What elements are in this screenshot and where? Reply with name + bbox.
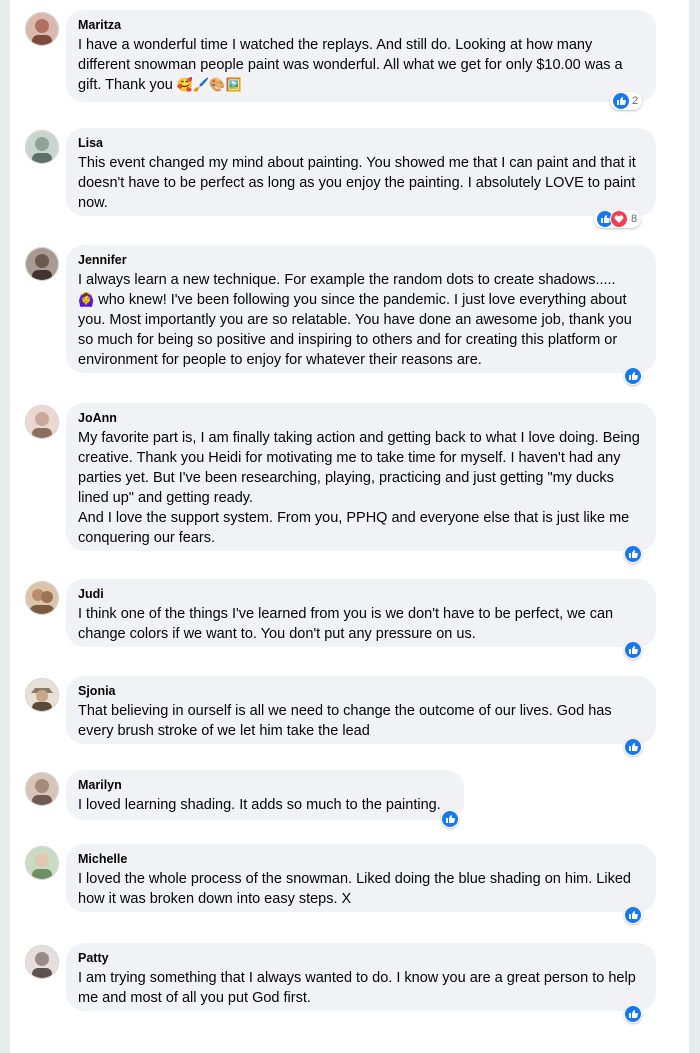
avatar[interactable] <box>25 772 59 806</box>
like-reaction-icon <box>625 546 641 562</box>
avatar[interactable] <box>25 945 59 979</box>
comment-bubble: Patty I am trying something that I alway… <box>66 943 656 1011</box>
emoji-text: 🙆‍♀️ <box>78 292 95 307</box>
comment-bubble: Judi I think one of the things I've lear… <box>66 579 656 647</box>
commenter-name[interactable]: Marilyn <box>78 777 452 793</box>
commenter-name[interactable]: JoAnn <box>78 410 644 426</box>
reaction-summary[interactable] <box>441 810 459 828</box>
comment-text: My favorite part is, I am finally taking… <box>78 430 640 546</box>
like-reaction-icon <box>625 642 641 658</box>
emoji-text: 🥰🖌️🎨🖼️ <box>176 77 242 92</box>
like-reaction-icon <box>613 93 629 109</box>
reaction-summary[interactable]: 8 <box>594 210 642 228</box>
comment-text: I always learn a new technique. For exam… <box>78 272 632 368</box>
avatar[interactable] <box>25 581 59 615</box>
reaction-summary[interactable] <box>624 906 642 924</box>
avatar[interactable] <box>25 12 59 46</box>
reaction-count: 2 <box>632 95 639 107</box>
comment-bubble: Marilyn I loved learning shading. It add… <box>66 770 464 820</box>
like-reaction-icon <box>625 368 641 384</box>
comment-bubble: Lisa This event changed my mind about pa… <box>66 128 656 216</box>
reaction-summary[interactable] <box>624 738 642 756</box>
commenter-name[interactable]: Judi <box>78 586 644 602</box>
comment-bubble: JoAnn My favorite part is, I am finally … <box>66 403 656 551</box>
commenter-name[interactable]: Maritza <box>78 17 644 33</box>
comment-bubble: Jennifer I always learn a new technique.… <box>66 245 656 373</box>
comment-bubble: Maritza I have a wonderful time I watche… <box>66 10 656 102</box>
avatar[interactable] <box>25 405 59 439</box>
comment-text: That believing in ourself is all we need… <box>78 703 612 739</box>
reaction-count: 8 <box>631 213 638 225</box>
avatar[interactable] <box>25 247 59 281</box>
avatar[interactable] <box>25 130 59 164</box>
avatar[interactable] <box>25 846 59 880</box>
comment-text: I have a wonderful time I watched the re… <box>78 37 623 93</box>
like-reaction-icon <box>625 907 641 923</box>
comment-text: This event changed my mind about paintin… <box>78 155 636 211</box>
reaction-summary[interactable] <box>624 367 642 385</box>
comment-text: I am trying something that I always want… <box>78 970 636 1006</box>
like-reaction-icon <box>625 1006 641 1022</box>
like-reaction-icon <box>625 739 641 755</box>
reaction-summary[interactable] <box>624 545 642 563</box>
commenter-name[interactable]: Sjonia <box>78 683 644 699</box>
commenter-name[interactable]: Michelle <box>78 851 644 867</box>
avatar[interactable] <box>25 678 59 712</box>
reaction-summary[interactable]: 2 <box>610 92 643 110</box>
commenter-name[interactable]: Jennifer <box>78 252 644 268</box>
comment-text: I loved learning shading. It adds so muc… <box>78 797 441 813</box>
commenter-name[interactable]: Lisa <box>78 135 644 151</box>
comment-text: I loved the whole process of the snowman… <box>78 871 631 907</box>
comment-text: I think one of the things I've learned f… <box>78 606 614 642</box>
reaction-summary[interactable] <box>624 641 642 659</box>
comment-bubble: Michelle I loved the whole process of th… <box>66 844 656 912</box>
reaction-summary[interactable] <box>624 1005 642 1023</box>
commenter-name[interactable]: Patty <box>78 950 644 966</box>
comments-panel: Maritza I have a wonderful time I watche… <box>10 0 689 1053</box>
comment-bubble: Sjonia That believing in ourself is all … <box>66 676 656 744</box>
like-reaction-icon <box>442 811 458 827</box>
love-reaction-icon <box>610 210 628 228</box>
